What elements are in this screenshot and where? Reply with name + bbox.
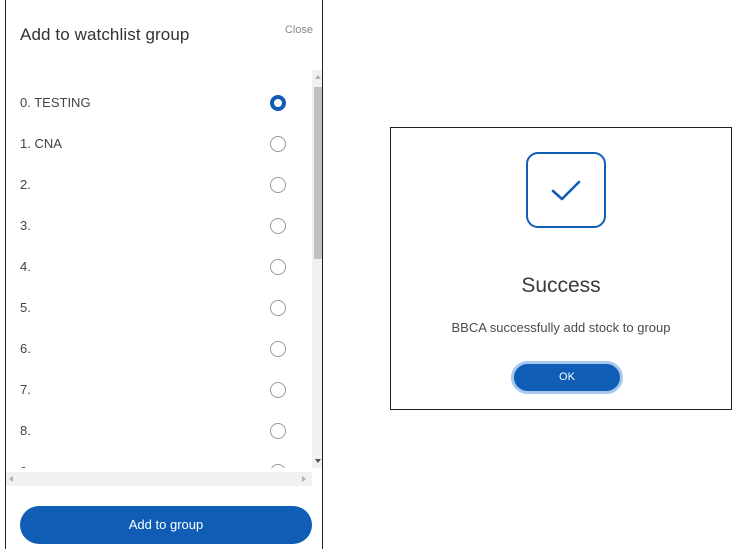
group-row-9[interactable]: 9. xyxy=(6,452,306,468)
group-row-0[interactable]: 0. TESTING xyxy=(6,83,306,124)
horizontal-scrollbar[interactable] xyxy=(6,472,312,486)
group-row-1[interactable]: 1. CNA xyxy=(6,124,306,165)
add-to-group-button[interactable]: Add to group xyxy=(20,506,312,544)
group-radio[interactable] xyxy=(270,259,286,275)
check-icon xyxy=(526,152,606,228)
group-label: 3. xyxy=(20,218,31,233)
group-row-7[interactable]: 7. xyxy=(6,370,306,411)
scroll-right-icon[interactable] xyxy=(302,476,306,482)
group-label: 5. xyxy=(20,300,31,315)
dialog-title: Add to watchlist group xyxy=(20,25,190,44)
ok-button[interactable]: OK xyxy=(511,361,623,394)
group-radio[interactable] xyxy=(270,423,286,439)
group-label: 2. xyxy=(20,177,31,192)
scroll-left-icon[interactable] xyxy=(9,476,13,482)
group-radio[interactable] xyxy=(270,177,286,193)
group-label: 1. CNA xyxy=(20,136,62,151)
group-row-6[interactable]: 6. xyxy=(6,329,306,370)
group-radio[interactable] xyxy=(270,136,286,152)
success-dialog: Success BBCA successfully add stock to g… xyxy=(390,127,732,410)
group-row-5[interactable]: 5. xyxy=(6,288,306,329)
group-radio[interactable] xyxy=(270,300,286,316)
group-list: 0. TESTING 1. CNA 2. 3. 4. 5. 6. 7. 8. xyxy=(6,70,322,468)
group-label: 4. xyxy=(20,259,31,274)
watchlist-group-dialog: Add to watchlist group Close 0. TESTING … xyxy=(5,0,323,549)
scroll-up-icon[interactable] xyxy=(315,75,321,79)
group-radio[interactable] xyxy=(270,464,286,468)
scroll-down-icon[interactable] xyxy=(315,459,321,463)
group-label: 0. TESTING xyxy=(20,95,91,110)
close-button[interactable]: Close xyxy=(285,24,313,36)
group-label: 9. xyxy=(20,464,31,468)
group-radio[interactable] xyxy=(270,382,286,398)
group-label: 7. xyxy=(20,382,31,397)
group-radio[interactable] xyxy=(270,341,286,357)
group-label: 6. xyxy=(20,341,31,356)
group-radio[interactable] xyxy=(270,218,286,234)
check-icon-glyph xyxy=(551,180,581,201)
group-label: 8. xyxy=(20,423,31,438)
group-row-4[interactable]: 4. xyxy=(6,247,306,288)
success-message: BBCA successfully add stock to group xyxy=(451,320,671,335)
scrollbar-thumb[interactable] xyxy=(314,87,322,259)
group-row-3[interactable]: 3. xyxy=(6,206,306,247)
group-radio[interactable] xyxy=(270,95,286,111)
group-row-2[interactable]: 2. xyxy=(6,165,306,206)
group-row-8[interactable]: 8. xyxy=(6,411,306,452)
success-title: Success xyxy=(521,274,601,297)
vertical-scrollbar[interactable] xyxy=(312,70,322,468)
